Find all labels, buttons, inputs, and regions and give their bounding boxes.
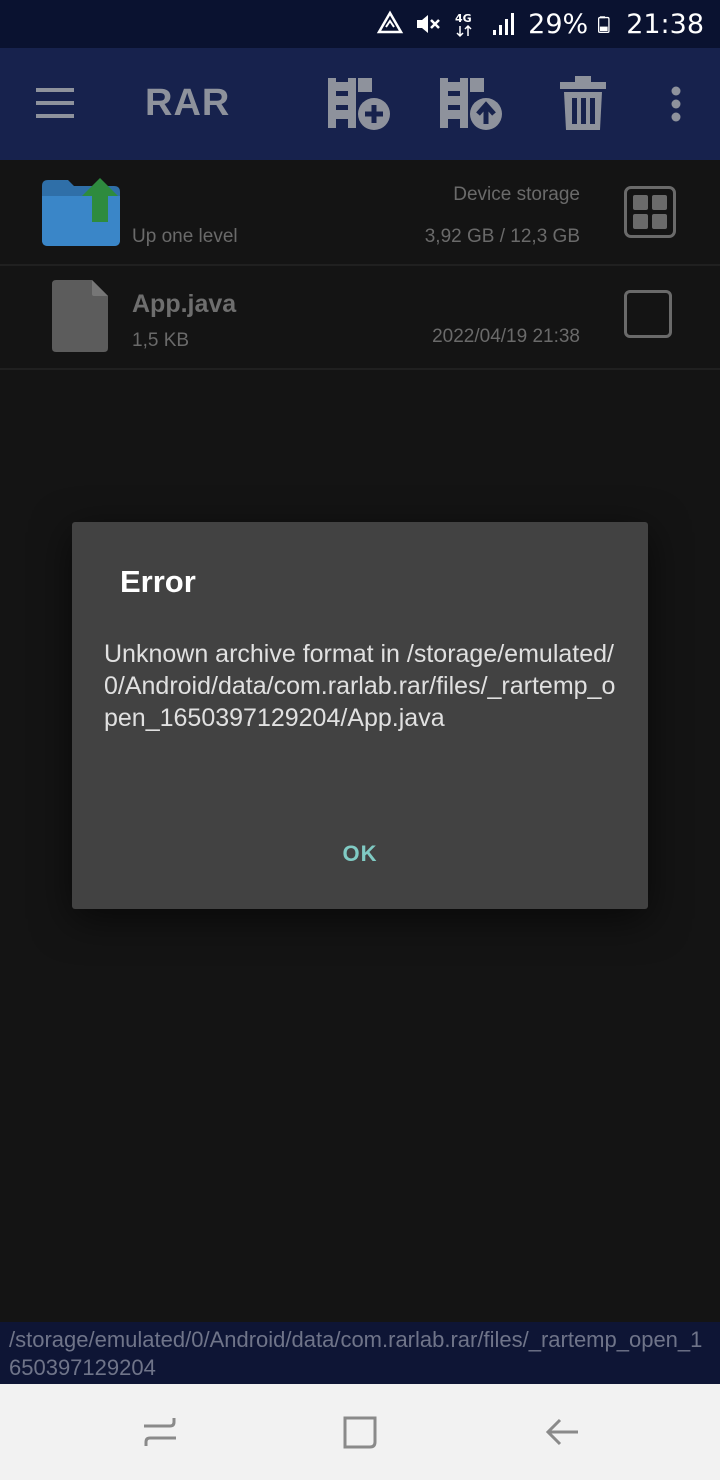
mute-icon [417,15,441,33]
file-checkbox[interactable] [624,290,672,338]
storage-usage: 3,92 GB / 12,3 GB [424,226,580,247]
file-row[interactable]: App.java 1,5 KB 2022/04/19 21:38 [0,264,720,370]
data-saver-icon [377,10,404,34]
extract-icon[interactable] [438,74,504,134]
dialog-message: Unknown archive format in /storage/emula… [104,640,616,732]
grid-view-toggle-icon[interactable] [624,186,676,238]
signal-icon [493,13,515,35]
up-one-level-row[interactable]: Up one level Device storage 3,92 GB / 12… [0,160,720,266]
svg-text:4G: 4G [455,12,472,25]
battery-icon [598,16,610,33]
file-icon [52,280,108,352]
grid-cell [652,214,667,229]
back-icon[interactable] [542,1412,582,1452]
clock: 21:38 [626,8,704,40]
path-bar: /storage/emulated/0/Android/data/com.rar… [0,1322,720,1384]
grid-cell [633,195,648,210]
status-icons: 4G 29% 21:38 [376,0,704,48]
battery-percent: 29% [528,8,589,40]
app-bar: RAR [0,48,720,160]
grid-cell [652,195,667,210]
ok-button[interactable]: OK [320,832,400,876]
error-dialog: Error Unknown archive format in /storage… [72,522,648,909]
storage-label: Device storage [453,184,580,205]
grid-cell [633,214,648,229]
file-size: 1,5 KB [132,330,190,351]
delete-icon[interactable] [558,74,608,134]
file-name: App.java [132,290,237,318]
menu-icon[interactable] [36,86,76,120]
home-icon[interactable] [340,1412,380,1452]
up-one-level-label: Up one level [132,226,238,247]
navigation-bar [0,1384,720,1480]
recent-apps-icon[interactable] [140,1412,180,1452]
network-4g-icon: 4G [455,12,472,38]
add-to-archive-icon[interactable] [326,74,392,134]
status-bar: 4G 29% 21:38 [0,0,720,48]
more-vert-icon[interactable] [664,74,688,134]
current-path: /storage/emulated/0/Android/data/com.rar… [9,1327,703,1380]
dialog-title: Error [120,564,196,599]
file-date: 2022/04/19 21:38 [432,326,580,347]
folder-up-icon [42,178,120,246]
app-title: RAR [145,82,231,124]
